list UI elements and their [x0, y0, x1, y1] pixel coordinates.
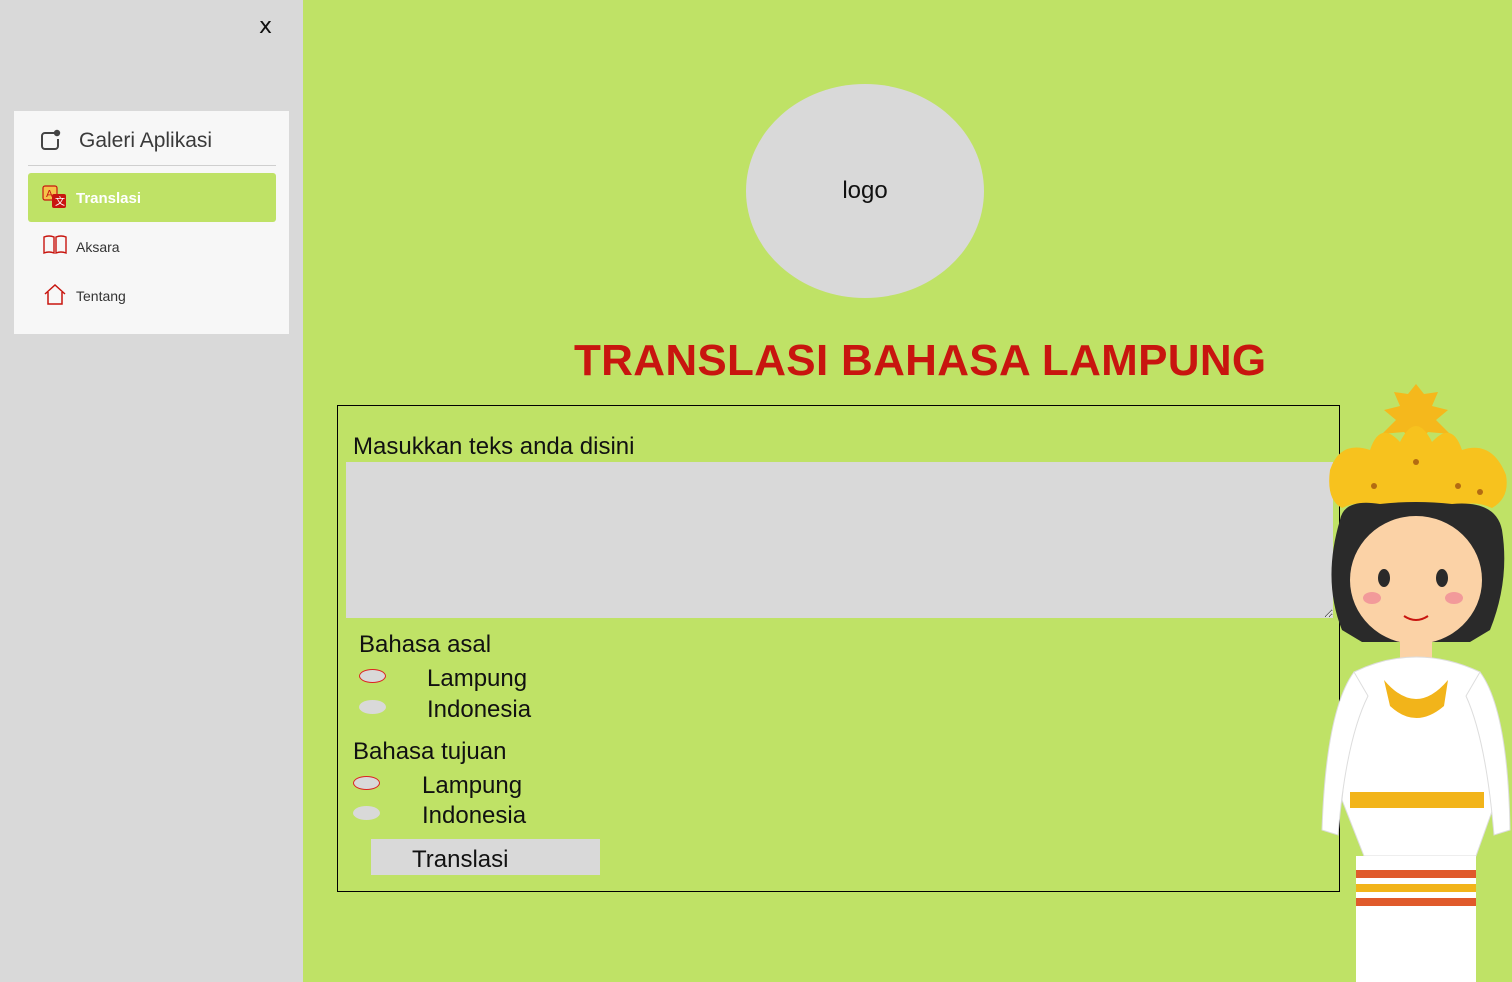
menu-item-label: Aksara — [76, 239, 120, 255]
app-gallery-icon — [40, 129, 62, 155]
menu-item-translasi[interactable]: A 文 Translasi — [28, 173, 276, 222]
target-option-lampung: Lampung — [422, 772, 523, 799]
source-option-lampung: Lampung — [427, 665, 528, 692]
menu-item-aksara[interactable]: Aksara — [28, 222, 276, 271]
menu-item-label: Translasi — [76, 190, 142, 207]
target-option-indonesia: Indonesia — [422, 802, 527, 829]
target-radio-indonesia[interactable] — [353, 806, 380, 820]
translate-button-label: Translasi — [412, 846, 509, 873]
home-icon — [42, 283, 68, 307]
source-radio-indonesia[interactable] — [359, 700, 386, 714]
close-drawer-button[interactable]: x — [259, 14, 272, 39]
menu-header-label: Galeri Aplikasi — [79, 129, 213, 152]
translate-button[interactable]: Translasi — [371, 839, 600, 875]
target-language-label: Bahasa tujuan — [353, 738, 507, 765]
source-language-label: Bahasa asal — [359, 631, 492, 658]
menu-header: Galeri Aplikasi — [28, 127, 276, 166]
page-title: TRANSLASI BAHASA LAMPUNG — [574, 336, 1267, 385]
source-radio-lampung[interactable] — [359, 669, 386, 683]
source-text-input[interactable] — [346, 462, 1333, 618]
translate-icon: A 文 — [42, 185, 68, 209]
source-option-indonesia: Indonesia — [427, 696, 532, 723]
lampung-mascot-illustration — [1321, 384, 1511, 982]
logo-placeholder: logo — [746, 84, 984, 298]
input-label: Masukkan teks anda disini — [353, 433, 635, 460]
target-radio-lampung[interactable] — [353, 776, 380, 790]
side-drawer: x Galeri Aplikasi A 文 Translasi Aksara T… — [0, 0, 303, 982]
menu-item-label: Tentang — [76, 288, 126, 304]
svg-text:文: 文 — [55, 195, 65, 208]
svg-text:A: A — [46, 189, 53, 200]
app-menu: Galeri Aplikasi A 文 Translasi Aksara Ten… — [14, 111, 289, 334]
book-icon — [42, 234, 68, 258]
logo-label: logo — [842, 177, 888, 204]
menu-item-tentang[interactable]: Tentang — [28, 271, 276, 320]
